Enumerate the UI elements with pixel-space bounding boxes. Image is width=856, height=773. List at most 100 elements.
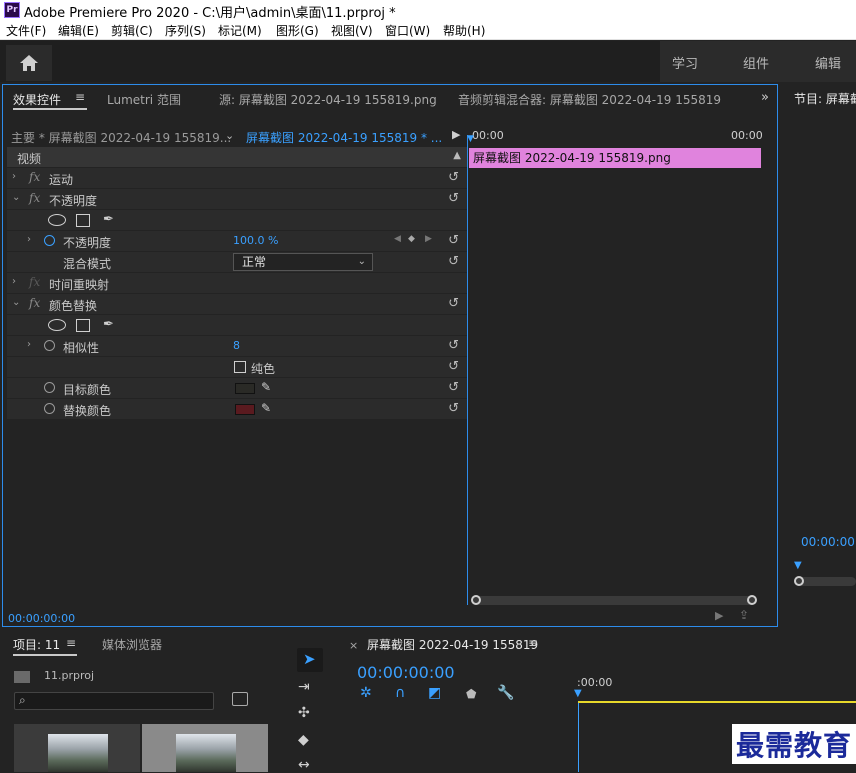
ws-tab-editing[interactable]: 编辑 <box>815 53 841 72</box>
reset-icon[interactable]: ↺ <box>448 380 459 395</box>
slip-icon[interactable]: ↔ <box>298 757 310 773</box>
reset-icon[interactable]: ↺ <box>448 296 459 311</box>
effect-row-time-remap[interactable]: › fx 时间重映射 <box>7 273 467 294</box>
fx-icon[interactable]: fx <box>29 191 40 205</box>
track-select-icon[interactable]: ⇥ <box>298 679 310 695</box>
menu-graphics[interactable]: 图形(G) <box>276 22 319 39</box>
rectangle-mask-icon[interactable] <box>76 214 90 227</box>
effect-timecode[interactable]: 00:00:00:00 <box>8 612 75 625</box>
tab-media-browser[interactable]: 媒体浏览器 <box>102 636 162 653</box>
property-similarity[interactable]: › 相似性 8 ↺ <box>7 336 467 357</box>
eyedropper-icon[interactable]: ✎ <box>261 401 271 415</box>
ellipse-mask-icon[interactable] <box>48 214 66 226</box>
effect-row-motion[interactable]: › fx 运动 ↺ <box>7 168 467 189</box>
fx-icon[interactable]: fx <box>29 170 40 184</box>
tab-effect-controls[interactable]: 效果控件 <box>13 91 61 108</box>
scroll-handle-left[interactable] <box>471 595 481 605</box>
timeline-timecode[interactable]: 00:00:00:00 <box>357 663 455 682</box>
scroll-handle-left[interactable] <box>794 576 804 586</box>
solid-color-checkbox[interactable] <box>234 361 246 373</box>
eyedropper-icon[interactable]: ✎ <box>261 380 271 394</box>
playhead-marker-icon[interactable]: ▼ <box>467 134 474 144</box>
rectangle-mask-icon[interactable] <box>76 319 90 332</box>
fx-icon[interactable]: fx <box>29 296 40 310</box>
tabs-overflow-icon[interactable]: » <box>761 90 769 105</box>
close-icon[interactable]: × <box>349 639 358 652</box>
collapse-chevron-icon[interactable]: ⌄ <box>12 192 20 203</box>
project-thumbnail-selected[interactable] <box>142 724 268 772</box>
target-color-swatch[interactable] <box>235 383 255 394</box>
collapse-chevron-icon[interactable]: ⌄ <box>12 297 20 308</box>
program-timecode[interactable]: 00:00:00 <box>801 535 855 549</box>
snap-magnet-icon[interactable]: ∩ <box>395 685 405 701</box>
reset-icon[interactable]: ↺ <box>448 359 459 374</box>
menu-window[interactable]: 窗口(W) <box>385 22 430 39</box>
property-opacity[interactable]: › 不透明度 100.0 % ◀ ◆ ▶ ↺ <box>7 231 467 252</box>
pen-mask-icon[interactable]: ✒ <box>103 317 114 332</box>
panel-menu-icon[interactable]: ≡ <box>66 636 76 650</box>
project-thumbnail[interactable] <box>14 724 140 772</box>
reset-icon[interactable]: ↺ <box>448 170 459 185</box>
replace-color-swatch[interactable] <box>235 404 255 415</box>
panel-menu-icon[interactable]: ≡ <box>528 636 538 650</box>
audio-playback-icon[interactable]: ▶ <box>715 609 723 622</box>
ripple-edit-icon[interactable]: ✣ <box>298 705 310 721</box>
new-bin-icon[interactable] <box>232 692 248 706</box>
program-title[interactable]: 节目: 屏幕截 <box>794 90 856 107</box>
sequence-tab[interactable]: 屏幕截图 2022-04-19 155819 <box>367 636 538 653</box>
tab-audio-clip-mixer[interactable]: 音频剪辑混合器: 屏幕截图 2022-04-19 155819 <box>458 91 721 108</box>
expand-chevron-icon[interactable]: › <box>12 276 16 287</box>
program-scrollbar[interactable] <box>794 576 856 586</box>
tab-lumetri-scopes[interactable]: Lumetri 范围 <box>107 91 181 108</box>
nest-icon[interactable]: ✲ <box>360 685 372 701</box>
next-keyframe-icon[interactable]: ▶ <box>425 234 432 244</box>
ellipse-mask-icon[interactable] <box>48 319 66 331</box>
home-button[interactable] <box>6 45 52 81</box>
ws-tab-assembly[interactable]: 组件 <box>743 53 769 72</box>
menu-edit[interactable]: 编辑(E) <box>58 22 99 39</box>
timeline-playhead-icon[interactable]: ▼ <box>574 688 582 699</box>
pen-mask-icon[interactable]: ✒ <box>103 212 114 227</box>
ws-tab-learn[interactable]: 学习 <box>672 53 698 72</box>
stopwatch-icon[interactable] <box>44 403 55 414</box>
export-icon[interactable]: ⇪ <box>739 608 749 622</box>
reset-icon[interactable]: ↺ <box>448 338 459 353</box>
menu-file[interactable]: 文件(F) <box>6 22 46 39</box>
chevron-down-icon[interactable]: ⌄ <box>225 129 234 142</box>
blend-mode-select[interactable]: 正常 ⌄ <box>233 253 373 271</box>
menu-help[interactable]: 帮助(H) <box>443 22 485 39</box>
menu-marker[interactable]: 标记(M) <box>218 22 262 39</box>
project-search-input[interactable]: ⌕ <box>14 692 214 710</box>
reset-icon[interactable]: ↺ <box>448 254 459 269</box>
tab-source[interactable]: 源: 屏幕截图 2022-04-19 155819.png <box>219 91 437 108</box>
selection-tool[interactable]: ➤ <box>297 648 323 672</box>
collapse-up-icon[interactable]: ▲ <box>453 150 461 161</box>
program-playhead-icon[interactable]: ▼ <box>794 560 802 571</box>
menu-clip[interactable]: 剪辑(C) <box>111 22 153 39</box>
effect-time-scrollbar[interactable] <box>471 595 757 605</box>
effect-row-color-replace[interactable]: ⌄ fx 颜色替换 ↺ <box>7 294 467 315</box>
effect-row-opacity[interactable]: ⌄ fx 不透明度 ↺ <box>7 189 467 210</box>
wrench-icon[interactable]: 🔧 <box>497 685 514 701</box>
menu-sequence[interactable]: 序列(S) <box>165 22 206 39</box>
opacity-value[interactable]: 100.0 % <box>233 234 278 247</box>
add-marker-icon[interactable]: ⬟ <box>466 687 476 701</box>
reset-icon[interactable]: ↺ <box>448 401 459 416</box>
sequence-clip-link[interactable]: 屏幕截图 2022-04-19 155819 * ... <box>246 129 442 146</box>
expand-chevron-icon[interactable]: › <box>27 234 31 245</box>
prev-keyframe-icon[interactable]: ◀ <box>394 234 401 244</box>
razor-icon[interactable]: ◆ <box>298 732 309 748</box>
stopwatch-icon[interactable] <box>44 382 55 393</box>
stopwatch-icon[interactable] <box>44 235 55 246</box>
effect-clip-bar[interactable]: 屏幕截图 2022-04-19 155819.png <box>469 148 761 168</box>
reset-icon[interactable]: ↺ <box>448 233 459 248</box>
similarity-value[interactable]: 8 <box>233 339 240 352</box>
expand-chevron-icon[interactable]: › <box>12 171 16 182</box>
menu-view[interactable]: 视图(V) <box>331 22 373 39</box>
play-triangle-icon[interactable]: ▶ <box>452 128 460 141</box>
tab-project[interactable]: 项目: 11 <box>13 636 60 653</box>
panel-menu-icon[interactable]: ≡ <box>75 90 85 104</box>
add-keyframe-icon[interactable]: ◆ <box>408 234 415 244</box>
expand-chevron-icon[interactable]: › <box>27 339 31 350</box>
work-area-bar[interactable] <box>578 701 856 703</box>
